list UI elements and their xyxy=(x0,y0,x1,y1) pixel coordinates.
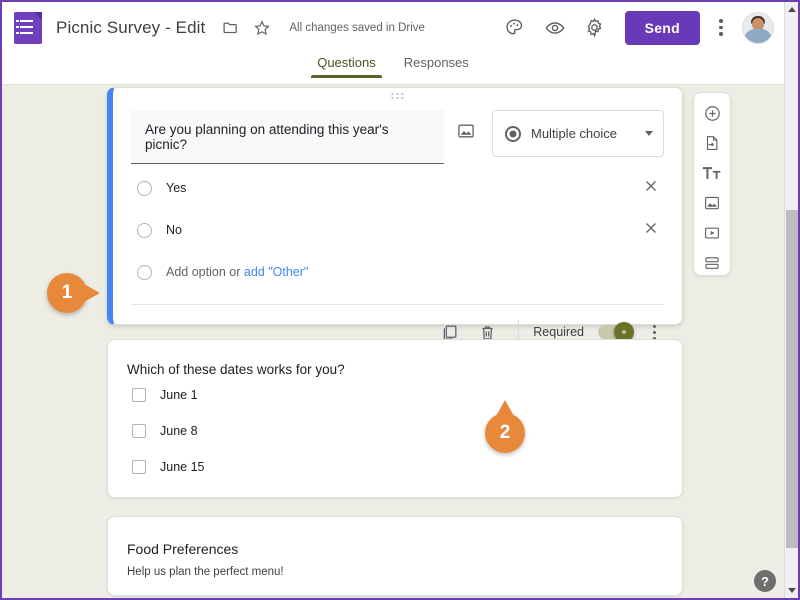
question-type-select[interactable]: Multiple choice xyxy=(492,110,664,157)
question-card-2[interactable]: Which of these dates works for you? June… xyxy=(107,339,683,498)
account-avatar[interactable] xyxy=(742,11,774,44)
radio-outline-icon xyxy=(137,180,152,196)
question-header-row: Are you planning on attending this year'… xyxy=(113,88,682,164)
logo-lines xyxy=(16,19,33,38)
add-option-label[interactable]: Add option xyxy=(166,265,226,279)
gear-icon[interactable] xyxy=(575,8,615,48)
radio-outline-icon xyxy=(137,222,152,238)
option-label[interactable]: Yes xyxy=(166,181,642,195)
question-title-input[interactable]: Are you planning on attending this year'… xyxy=(131,110,444,164)
add-item-palette xyxy=(693,92,731,276)
help-icon[interactable]: ? xyxy=(754,570,776,592)
checkbox-row-june-1[interactable]: June 1 xyxy=(108,377,682,413)
document-title[interactable]: Picnic Survey - Edit xyxy=(56,18,205,38)
remove-option-close-icon[interactable] xyxy=(642,219,664,241)
add-section-icon[interactable] xyxy=(700,252,724,274)
avatar-body xyxy=(744,28,772,43)
tab-questions[interactable]: Questions xyxy=(303,53,390,78)
option-label[interactable]: No xyxy=(166,223,642,237)
vertical-scrollbar[interactable] xyxy=(784,2,798,598)
add-image-icon[interactable] xyxy=(456,121,480,145)
drag-handle-dots-icon[interactable] xyxy=(391,93,404,99)
required-label: Required xyxy=(533,325,584,339)
question-title-text: Which of these dates works for you? xyxy=(127,362,345,377)
form-canvas: Are you planning on attending this year'… xyxy=(2,86,784,598)
remove-option-close-icon[interactable] xyxy=(642,177,664,199)
section-description: Help us plan the perfect menu! xyxy=(127,566,284,578)
star-icon[interactable] xyxy=(249,15,275,41)
scrollbar-thumb[interactable] xyxy=(786,210,798,548)
scroll-up-arrow-icon[interactable] xyxy=(785,2,798,17)
import-questions-icon[interactable] xyxy=(700,132,724,154)
radio-filled-icon xyxy=(505,125,521,142)
callout-badge-2: 2 xyxy=(485,400,525,453)
add-option-text-wrap: Add option or add "Other" xyxy=(166,265,664,279)
add-title-icon[interactable] xyxy=(700,162,724,184)
add-question-icon[interactable] xyxy=(700,102,724,124)
question-type-label: Multiple choice xyxy=(531,126,617,141)
tab-responses[interactable]: Responses xyxy=(390,53,483,78)
add-option-row[interactable]: Add option or add "Other" xyxy=(113,254,682,290)
required-toggle[interactable] xyxy=(598,322,634,342)
section-card-3[interactable]: Food Preferences Help us plan the perfec… xyxy=(107,516,683,596)
checkbox-icon xyxy=(132,424,146,438)
section-title: Food Preferences xyxy=(127,541,239,557)
google-forms-logo-icon[interactable] xyxy=(14,11,42,44)
eye-icon[interactable] xyxy=(535,8,575,48)
forms-editor-window: Picnic Survey - Edit All changes saved i… xyxy=(0,0,800,600)
add-option-or: or xyxy=(229,265,241,279)
header-more-options-icon[interactable] xyxy=(706,11,736,45)
app-header: Picnic Survey - Edit All changes saved i… xyxy=(2,2,784,53)
option-label: June 8 xyxy=(160,424,198,438)
chevron-down-icon xyxy=(645,131,653,136)
tab-bar: Questions Responses xyxy=(2,53,784,85)
checkbox-icon xyxy=(132,460,146,474)
save-status-text: All changes saved in Drive xyxy=(289,21,425,34)
scroll-down-arrow-icon[interactable] xyxy=(785,583,798,598)
add-image-icon[interactable] xyxy=(700,192,724,214)
option-row-yes[interactable]: Yes xyxy=(113,170,682,206)
palette-icon[interactable] xyxy=(495,8,535,48)
add-video-icon[interactable] xyxy=(700,222,724,244)
radio-outline-icon xyxy=(137,264,152,280)
send-button[interactable]: Send xyxy=(624,10,700,45)
checkbox-row-june-15[interactable]: June 15 xyxy=(108,449,682,485)
option-row-no[interactable]: No xyxy=(113,212,682,248)
checkbox-row-june-8[interactable]: June 8 xyxy=(108,413,682,449)
option-label: June 15 xyxy=(160,460,205,474)
folder-icon[interactable] xyxy=(217,15,243,41)
callout-badge-1: 1 xyxy=(47,273,100,313)
add-other-link[interactable]: add "Other" xyxy=(244,265,308,279)
question-card-1[interactable]: Are you planning on attending this year'… xyxy=(107,87,683,344)
option-label: June 1 xyxy=(160,388,198,402)
checkbox-icon xyxy=(132,388,146,402)
